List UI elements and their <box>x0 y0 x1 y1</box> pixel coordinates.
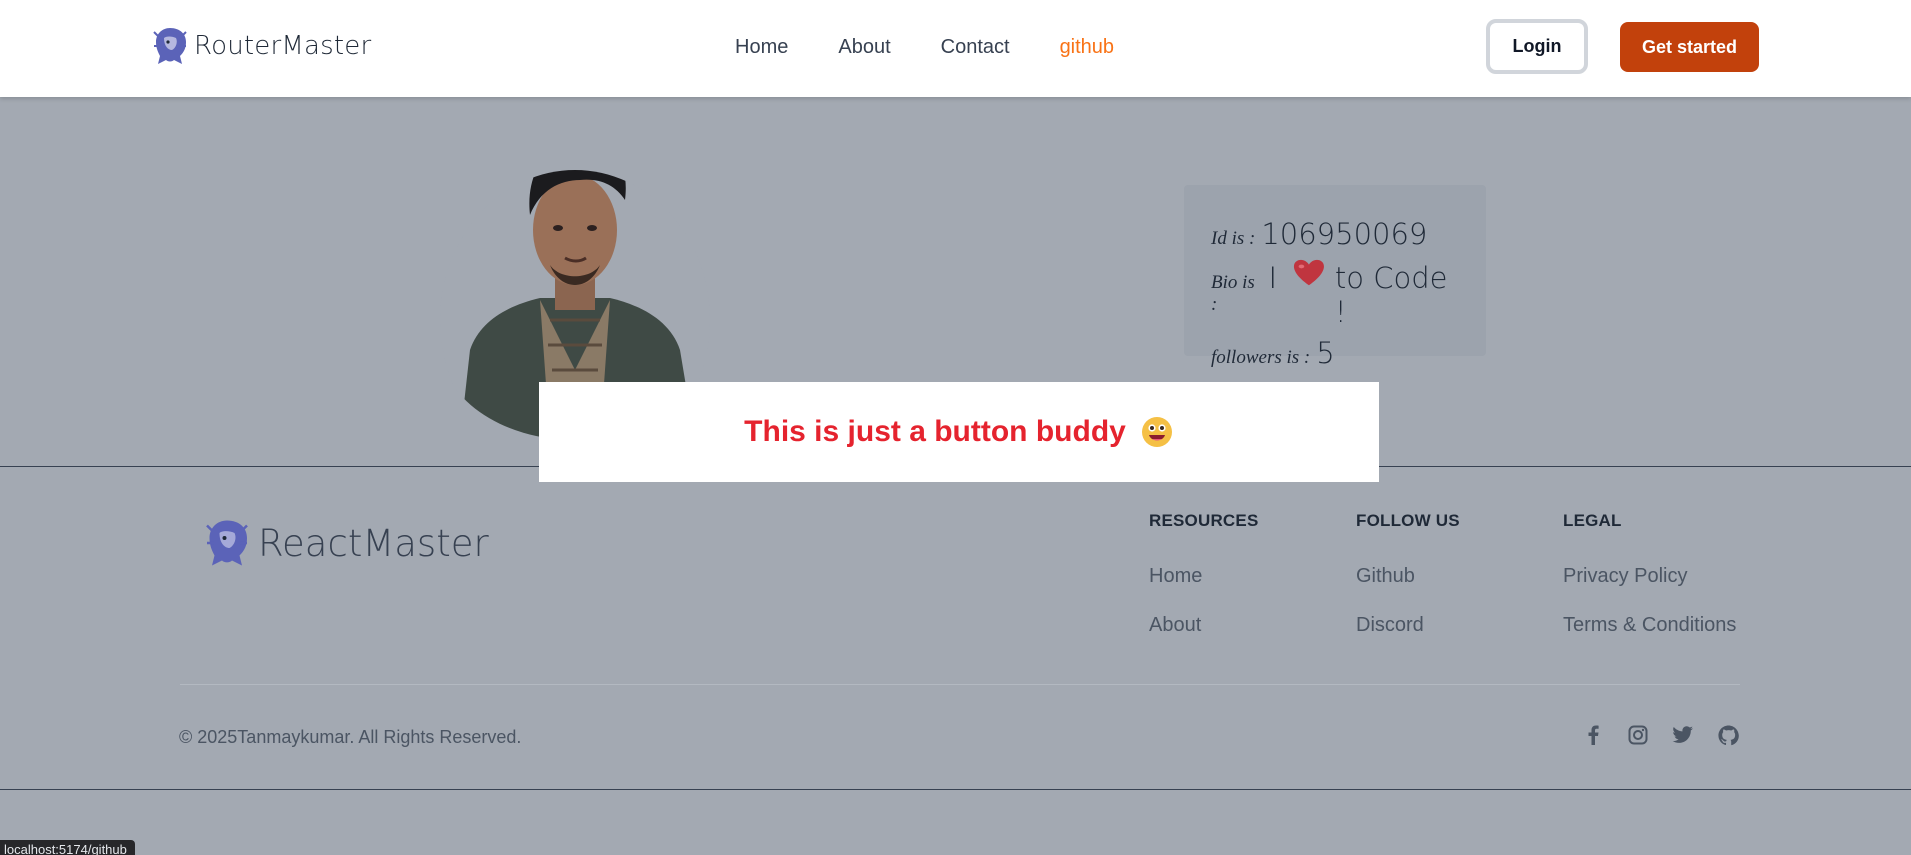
bio-label: Bio is : <box>1211 272 1255 315</box>
footer-link-terms[interactable]: Terms & Conditions <box>1563 614 1736 637</box>
grinning-face-emoji-icon <box>1141 417 1172 447</box>
buddy-button-label: This is just a button buddy <box>744 415 1126 448</box>
footer-brand[interactable]: ReactMaster <box>204 518 489 568</box>
nav-about[interactable]: About <box>838 36 890 59</box>
bio-prefix: I <box>1268 261 1278 295</box>
followers-label: followers is : <box>1211 347 1311 368</box>
nav-home[interactable]: Home <box>735 36 788 59</box>
footer-link-discord[interactable]: Discord <box>1356 614 1460 637</box>
social-links <box>1582 724 1739 746</box>
nav-contact[interactable]: Contact <box>941 36 1010 59</box>
twitter-icon[interactable] <box>1672 724 1694 746</box>
main-nav: Home About Contact github <box>735 36 1114 59</box>
id-row: Id is : 106950069 <box>1211 217 1460 251</box>
bio-suffix: to Code ! <box>1334 261 1448 329</box>
id-label: Id is : <box>1211 228 1256 249</box>
footer-col-follow: FOLLOW US Github Discord <box>1356 511 1460 663</box>
footer-link-home[interactable]: Home <box>1149 565 1259 588</box>
footer-col-title: LEGAL <box>1563 511 1622 530</box>
get-started-button[interactable]: Get started <box>1620 22 1759 72</box>
followers-value: 5 <box>1316 336 1335 370</box>
footer-col-resources: RESOURCES Home About <box>1149 511 1259 663</box>
heart-icon <box>1293 259 1324 286</box>
footer-link-github[interactable]: Github <box>1356 565 1460 588</box>
footer-col-title: RESOURCES <box>1149 511 1259 530</box>
copyright-text: © 2025Tanmaykumar. All Rights Reserved. <box>179 727 522 747</box>
lion-logo-icon <box>206 520 248 566</box>
login-button[interactable]: Login <box>1486 19 1588 74</box>
lion-logo-icon <box>153 28 187 64</box>
status-bar-url: localhost:5174/github <box>0 840 135 855</box>
id-value: 106950069 <box>1261 217 1428 251</box>
footer-link-privacy[interactable]: Privacy Policy <box>1563 565 1736 588</box>
github-icon[interactable] <box>1717 724 1739 746</box>
buddy-button[interactable]: This is just a button buddy <box>539 382 1379 482</box>
profile-info-card: Id is : 106950069 Bio is : I to Code ! f… <box>1184 185 1486 370</box>
followers-row: followers is : 5 <box>1211 336 1460 370</box>
facebook-icon[interactable] <box>1582 724 1604 746</box>
footer-brand-name: ReactMaster <box>258 521 489 565</box>
footer-link-about[interactable]: About <box>1149 614 1259 637</box>
brand-name: RouterMaster <box>194 31 372 61</box>
footer-col-title: FOLLOW US <box>1356 511 1460 530</box>
site-header: RouterMaster Home About Contact github L… <box>0 0 1911 97</box>
bio-row: Bio is : I to Code ! <box>1211 258 1460 329</box>
footer-divider <box>180 684 1740 685</box>
nav-github[interactable]: github <box>1060 36 1115 59</box>
footer-col-legal: LEGAL Privacy Policy Terms & Conditions <box>1563 511 1736 663</box>
instagram-icon[interactable] <box>1627 724 1649 746</box>
divider-bottom <box>0 789 1911 790</box>
brand-link[interactable]: RouterMaster <box>152 26 371 66</box>
